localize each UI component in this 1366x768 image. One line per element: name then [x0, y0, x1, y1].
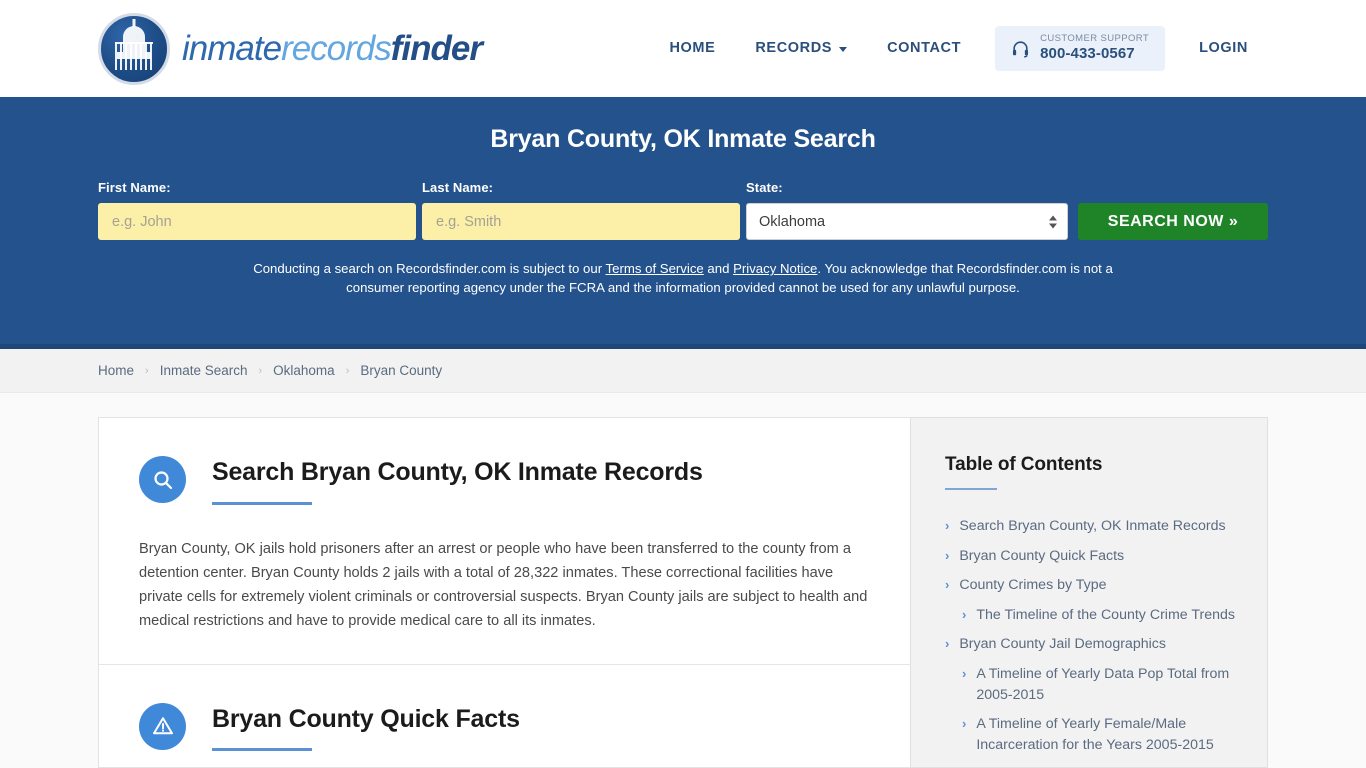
search-now-button[interactable]: SEARCH NOW » [1078, 203, 1268, 240]
toc-item-pop-total-timeline[interactable]: › A Timeline of Yearly Data Pop Total fr… [945, 664, 1237, 705]
nav-login[interactable]: LOGIN [1179, 30, 1268, 66]
title-underline [212, 748, 312, 752]
page-body: Search Bryan County, OK Inmate Records B… [0, 393, 1366, 768]
logo-wordmark: inmaterecordsfinder [182, 28, 483, 69]
page-title: Bryan County, OK Inmate Search [490, 125, 876, 153]
section-body-search-records: Bryan County, OK jails hold prisoners af… [139, 540, 868, 630]
main-content-card: Search Bryan County, OK Inmate Records B… [98, 417, 910, 768]
chevron-right-icon: › [945, 636, 950, 652]
inmate-search-form: First Name: Last Name: State: Oklahoma S… [98, 180, 1268, 240]
section-quick-facts: Bryan County Quick Facts [99, 663, 910, 768]
section-title-search-records: Search Bryan County, OK Inmate Records [212, 458, 703, 486]
logo-part-inmate: inmate [182, 28, 282, 68]
magnifier-icon [139, 456, 186, 503]
site-header: inmaterecordsfinder HOME RECORDS CONTACT… [0, 0, 1366, 97]
chevron-right-icon: › [962, 665, 967, 681]
first-name-field-group: First Name: [98, 180, 416, 240]
nav-home-label: HOME [669, 40, 716, 57]
nav-records[interactable]: RECORDS [735, 30, 867, 66]
nav-home[interactable]: HOME [649, 30, 735, 66]
toc-link-label[interactable]: Bryan County Quick Facts [959, 546, 1124, 567]
toc-title: Table of Contents [945, 454, 1103, 475]
toc-item-quick-facts[interactable]: › Bryan County Quick Facts [945, 546, 1237, 567]
chevron-right-icon: › [962, 716, 967, 732]
breadcrumb-separator-icon: › [145, 364, 149, 377]
breadcrumb-item-bryan-county[interactable]: Bryan County [360, 363, 442, 378]
terms-of-service-link[interactable]: Terms of Service [606, 261, 704, 276]
chevron-right-icon: › [945, 547, 950, 563]
first-name-label: First Name: [98, 180, 171, 195]
headset-icon [1013, 41, 1029, 58]
toc-link-label[interactable]: County Crimes by Type [959, 575, 1106, 596]
support-phone: 800-433-0567 [1040, 45, 1135, 63]
disclaimer-text-2: and [703, 261, 734, 276]
last-name-label: Last Name: [422, 180, 494, 195]
toc-item-search-records[interactable]: › Search Bryan County, OK Inmate Records [945, 516, 1237, 537]
first-name-input[interactable] [98, 203, 416, 240]
breadcrumb: Home › Inmate Search › Oklahoma › Bryan … [0, 349, 1366, 393]
warning-triangle-icon [139, 702, 186, 750]
privacy-notice-link[interactable]: Privacy Notice [733, 261, 817, 276]
toc-item-county-crimes[interactable]: › County Crimes by Type [945, 575, 1237, 596]
chevron-right-icon: › [945, 518, 950, 533]
logo-part-finder: finder [390, 28, 483, 68]
state-select[interactable]: Oklahoma [746, 203, 1068, 240]
logo-part-records: records [281, 28, 392, 68]
breadcrumb-separator-icon: › [345, 364, 350, 377]
last-name-field-group: Last Name: [422, 180, 740, 240]
toc-item-female-male-timeline[interactable]: › A Timeline of Yearly Female/Male Incar… [945, 714, 1237, 755]
section-search-records: Search Bryan County, OK Inmate Records B… [99, 418, 910, 664]
toc-link-label[interactable]: A Timeline of Yearly Female/Male Incarce… [976, 714, 1237, 755]
state-label: State: [746, 180, 783, 195]
state-field-group: State: Oklahoma [746, 180, 1068, 240]
toc-list: › Search Bryan County, OK Inmate Records… [945, 516, 1237, 755]
table-of-contents: Table of Contents › Search Bryan County,… [910, 417, 1268, 768]
capitol-dome-icon [98, 12, 170, 85]
toc-link-label[interactable]: The Timeline of the County Crime Trends [976, 605, 1235, 626]
nav-login-label: LOGIN [1199, 40, 1248, 57]
breadcrumb-separator-icon: › [258, 364, 263, 377]
section-title-quick-facts: Bryan County Quick Facts [212, 704, 520, 733]
toc-link-label[interactable]: Search Bryan County, OK Inmate Records [959, 516, 1225, 537]
toc-underline [945, 488, 997, 490]
toc-item-crime-trends-timeline[interactable]: › The Timeline of the County Crime Trend… [945, 605, 1237, 626]
customer-support-button[interactable]: CUSTOMER SUPPORT 800-433-0567 [995, 26, 1166, 71]
chevron-right-icon: › [962, 606, 967, 622]
breadcrumb-item-home[interactable]: Home [98, 363, 134, 378]
chevron-down-icon [839, 46, 848, 52]
nav-contact-label: CONTACT [887, 40, 962, 57]
last-name-input[interactable] [422, 203, 740, 240]
breadcrumb-item-oklahoma[interactable]: Oklahoma [273, 363, 335, 378]
chevron-right-icon: › [945, 577, 950, 593]
site-logo[interactable]: inmaterecordsfinder [98, 12, 483, 85]
nav-contact[interactable]: CONTACT [867, 30, 981, 66]
hero-search-banner: Bryan County, OK Inmate Search First Nam… [0, 97, 1366, 349]
toc-link-label[interactable]: A Timeline of Yearly Data Pop Total from… [976, 664, 1237, 705]
search-disclaimer: Conducting a search on Recordsfinder.com… [253, 259, 1113, 297]
disclaimer-text-1: Conducting a search on Recordsfinder.com… [253, 261, 606, 276]
main-navigation: HOME RECORDS CONTACT CUSTOMER SUPPORT 80… [649, 26, 1268, 71]
breadcrumb-item-inmate-search[interactable]: Inmate Search [160, 363, 248, 378]
support-label: CUSTOMER SUPPORT [1040, 33, 1150, 45]
title-underline [212, 501, 312, 505]
toc-item-jail-demographics[interactable]: › Bryan County Jail Demographics [945, 634, 1237, 655]
toc-link-label[interactable]: Bryan County Jail Demographics [959, 634, 1166, 655]
nav-records-label: RECORDS [755, 40, 833, 57]
